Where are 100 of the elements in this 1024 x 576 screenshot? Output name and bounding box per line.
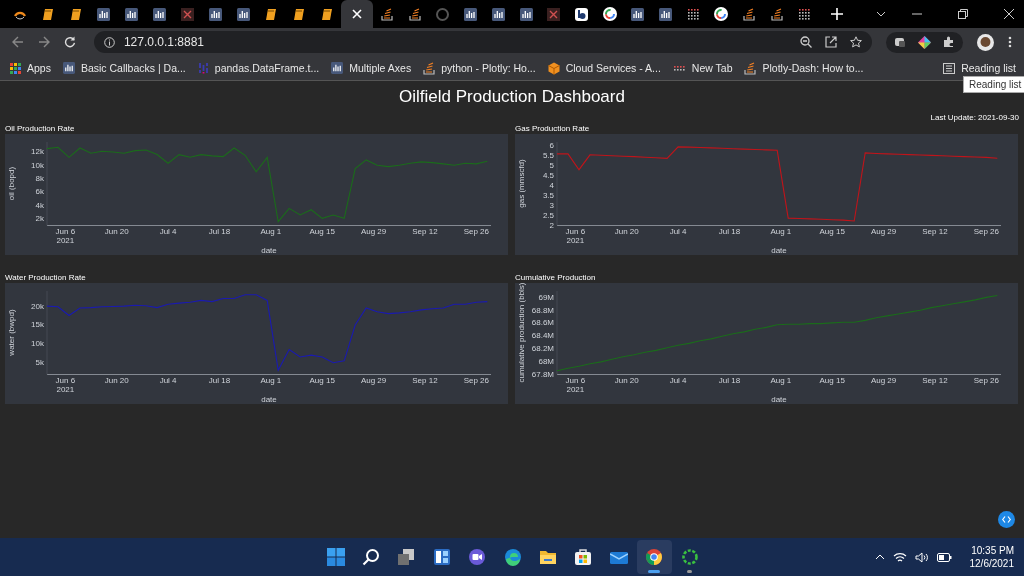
x-tick-label: Jul 18 bbox=[208, 376, 231, 385]
x-tick-label: Jul 18 bbox=[208, 227, 231, 236]
menu-icon[interactable] bbox=[1008, 36, 1012, 48]
taskbar-app[interactable] bbox=[636, 540, 672, 574]
y-tick-label: 68M bbox=[538, 356, 554, 366]
y-tick-label: 5 bbox=[549, 161, 554, 171]
y-axis-title: cumulative production (bbls) bbox=[517, 283, 526, 383]
x-tick-label: Jul 18 bbox=[718, 227, 741, 236]
book-icon bbox=[41, 7, 54, 21]
y-tick-label: 12k bbox=[31, 147, 44, 157]
wifi-icon[interactable] bbox=[892, 551, 907, 563]
book-icon bbox=[320, 7, 333, 21]
cross-icon bbox=[547, 7, 561, 21]
x-tick-label: Sep 26 bbox=[463, 376, 489, 385]
book-icon bbox=[264, 7, 277, 21]
x-tick-label: Sep 26 bbox=[463, 227, 489, 236]
x-tick-label: Jun 6 2021 bbox=[565, 227, 586, 245]
x-tick-label: Aug 29 bbox=[870, 376, 897, 385]
y-tick-label: 5k bbox=[35, 358, 44, 368]
stack-icon bbox=[743, 7, 756, 21]
puzzle-icon[interactable] bbox=[943, 35, 956, 48]
zoom-icon[interactable] bbox=[800, 36, 813, 48]
x-tick-label: Jun 20 bbox=[104, 227, 129, 236]
new-tab-icon[interactable] bbox=[830, 8, 843, 20]
chart-icon bbox=[463, 7, 477, 21]
y-tick-label: 8k bbox=[35, 174, 44, 183]
chart-icon bbox=[236, 7, 250, 21]
store-icon bbox=[574, 548, 593, 566]
color-wheel-icon[interactable] bbox=[918, 35, 932, 49]
y-tick-label: 15k bbox=[31, 320, 44, 330]
forward-icon[interactable] bbox=[37, 36, 50, 48]
bookmark[interactable]: Basic Callbacks | Da... bbox=[62, 62, 186, 74]
ring-icon bbox=[680, 548, 699, 566]
star-icon[interactable] bbox=[850, 36, 863, 48]
chevron-up-icon[interactable] bbox=[874, 554, 885, 560]
x-tick-label: Aug 15 bbox=[309, 227, 335, 236]
extension-icon[interactable] bbox=[894, 35, 907, 48]
chart-icon bbox=[631, 7, 645, 21]
y-tick-label: 68.8M bbox=[531, 305, 554, 315]
browser-icon bbox=[645, 548, 664, 566]
restore-icon[interactable] bbox=[958, 9, 968, 19]
apps-grid-icon bbox=[10, 62, 21, 74]
chart-icon bbox=[659, 7, 673, 21]
bookmark[interactable]: Apps bbox=[10, 62, 51, 74]
windows-stack-icon bbox=[397, 548, 416, 566]
x-axis-title: date bbox=[771, 246, 787, 255]
chart-icon bbox=[62, 62, 75, 74]
x-tick-label: Aug 1 bbox=[260, 376, 282, 385]
last-update-text: Last Update: 2021-09-30 bbox=[930, 113, 1019, 122]
chat-icon bbox=[468, 548, 487, 566]
y-tick-label: 68.4M bbox=[531, 331, 554, 341]
share-icon[interactable] bbox=[825, 36, 838, 48]
chart-icon bbox=[125, 7, 138, 21]
stack-icon bbox=[408, 7, 421, 21]
clock[interactable]: 10:35 PM 12/6/2021 bbox=[969, 544, 1014, 570]
x-tick-label: Aug 29 bbox=[870, 227, 897, 236]
x-tick-label: Jul 4 bbox=[669, 227, 687, 236]
tab[interactable] bbox=[340, 0, 373, 28]
book-icon bbox=[69, 7, 82, 21]
bookmark[interactable]: New Tab bbox=[672, 62, 733, 74]
battery-icon[interactable] bbox=[936, 552, 952, 562]
x-tick-label: Jun 20 bbox=[614, 227, 639, 236]
address-bar[interactable]: 127.0.0.1:8881 bbox=[93, 31, 873, 53]
chart-icon bbox=[519, 7, 533, 21]
volume-icon[interactable] bbox=[914, 551, 929, 563]
avatar[interactable] bbox=[977, 33, 994, 51]
circle-icon bbox=[435, 7, 449, 21]
x-tick-label: Aug 15 bbox=[819, 227, 845, 236]
x-tick-label: Jul 4 bbox=[159, 227, 177, 236]
reading-list-button[interactable]: Reading list bbox=[943, 62, 1016, 74]
dots-icon bbox=[686, 7, 700, 21]
y-tick-label: 6 bbox=[549, 141, 554, 151]
bookmark[interactable]: Cloud Services - A... bbox=[547, 61, 661, 75]
x-tick-label: Aug 1 bbox=[260, 227, 282, 236]
mail-icon bbox=[609, 550, 628, 564]
y-tick-label: 4 bbox=[549, 181, 554, 190]
chart-icon bbox=[331, 62, 344, 74]
y-tick-label: 2k bbox=[35, 213, 44, 223]
code-button[interactable] bbox=[998, 511, 1015, 528]
x-tick-label: Jul 4 bbox=[159, 376, 177, 385]
bookmark[interactable]: Multiple Axes bbox=[331, 62, 412, 74]
bookmark[interactable]: python - Plotly: Ho... bbox=[423, 61, 536, 75]
chevron-down-icon[interactable] bbox=[876, 11, 886, 17]
chart-title: Cumulative Production bbox=[515, 272, 596, 282]
bookmark[interactable]: pandas.DataFrame.t... bbox=[197, 62, 320, 74]
stack-icon bbox=[744, 61, 757, 75]
code-icon bbox=[1002, 516, 1011, 523]
y-tick-label: 20k bbox=[31, 301, 44, 311]
stack-icon bbox=[380, 7, 393, 21]
back-icon[interactable] bbox=[12, 36, 24, 48]
x-tick-label: Sep 12 bbox=[922, 227, 948, 236]
book-icon bbox=[292, 7, 305, 21]
y-tick-label: 4k bbox=[35, 200, 44, 210]
bookmark[interactable]: Plotly-Dash: How to... bbox=[744, 61, 864, 75]
url-text: 127.0.0.1:8881 bbox=[123, 35, 204, 49]
y-axis-title: oil (bopd) bbox=[7, 166, 16, 201]
dots-icon bbox=[672, 64, 686, 72]
close-icon[interactable] bbox=[1004, 9, 1014, 19]
y-tick-label: 3.5 bbox=[542, 190, 554, 200]
reload-icon[interactable] bbox=[63, 36, 76, 48]
